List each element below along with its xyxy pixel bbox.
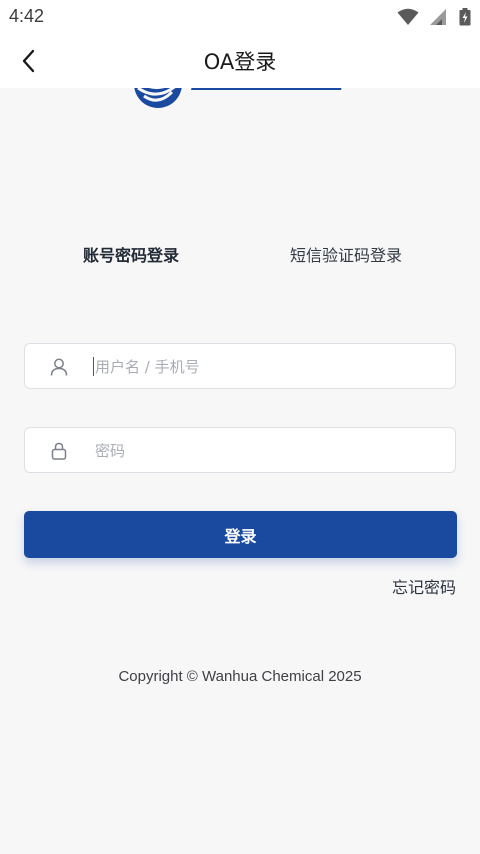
wifi-icon [397, 8, 419, 25]
wanhua-logo [134, 88, 347, 108]
nav-bar: OA登录 [0, 34, 480, 88]
page-title: OA登录 [203, 50, 277, 74]
login-button[interactable]: 登录 [24, 511, 457, 558]
username-input[interactable] [93, 344, 437, 390]
signal-icon [430, 9, 446, 25]
login-content: 账号密码登录 短信验证码登录 登录 忘记密码 Copyright © Wanhu… [0, 88, 480, 854]
status-time: 4:42 [9, 6, 45, 26]
copyright-text: Copyright © Wanhua Chemical 2025 [118, 668, 362, 685]
password-input[interactable] [93, 428, 437, 474]
battery-icon [459, 8, 471, 26]
forgot-password-link[interactable]: 忘记密码 [392, 574, 456, 598]
status-bar: 4:42 [0, 0, 480, 34]
username-field[interactable] [24, 343, 456, 390]
user-icon [50, 358, 68, 376]
password-field[interactable] [24, 427, 456, 474]
tab-sms-code-login[interactable]: 短信验证码登录 [290, 242, 402, 266]
tab-account-password-login[interactable]: 账号密码登录 [83, 242, 179, 266]
lock-icon [51, 442, 67, 460]
